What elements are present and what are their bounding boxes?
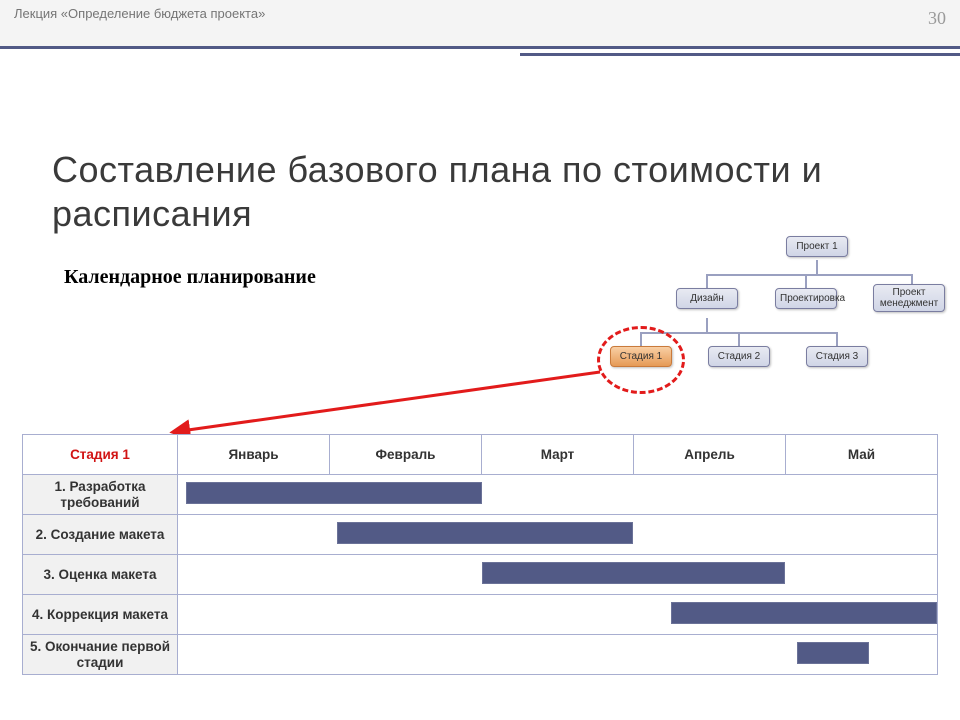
gantt-row-label: 4. Коррекция макета	[23, 595, 178, 635]
slide-number: 30	[928, 8, 946, 29]
gantt-month: Январь	[178, 435, 330, 475]
gantt-header-row: Стадия 1 Январь Февраль Март Апрель Май	[23, 435, 938, 475]
org-node-root: Проект 1	[786, 236, 848, 257]
gantt-row-label: 5. Окончание первой стадии	[23, 635, 178, 675]
table-row: 2. Создание макета	[23, 515, 938, 555]
gantt-bar-task1	[186, 482, 482, 504]
gantt-bar-task4	[671, 602, 937, 624]
gantt-bar-cell	[178, 555, 938, 595]
breadcrumb: Лекция «Определение бюджета проекта»	[14, 6, 265, 21]
gantt-row-label: 2. Создание макета	[23, 515, 178, 555]
gantt-bar-cell	[178, 635, 938, 675]
org-node-design: Дизайн	[676, 288, 738, 309]
gantt-bar-task2	[337, 522, 633, 544]
table-row: 4. Коррекция макета	[23, 595, 938, 635]
org-connector	[706, 274, 708, 288]
gantt-table: Стадия 1 Январь Февраль Март Апрель Май …	[22, 434, 938, 675]
org-connector	[805, 274, 807, 288]
org-connector	[816, 260, 818, 274]
highlight-circle	[597, 326, 685, 394]
gantt-row-label: 3. Оценка макета	[23, 555, 178, 595]
gantt-bar-cell	[178, 515, 938, 555]
org-connector	[706, 274, 913, 276]
gantt-bar-cell	[178, 475, 938, 515]
org-connector	[836, 332, 838, 346]
gantt-month: Март	[482, 435, 634, 475]
gantt-stage-header: Стадия 1	[23, 435, 178, 475]
gantt-month: Май	[786, 435, 938, 475]
gantt-bar-task5	[797, 642, 869, 664]
gantt-row-label: 1. Разработка требований	[23, 475, 178, 515]
slide-title: Составление базового плана по стоимости …	[52, 148, 872, 236]
org-node-pm: Проект менеджмент	[873, 284, 945, 312]
org-connector	[706, 318, 708, 332]
divider-top	[0, 46, 960, 49]
table-row: 3. Оценка макета	[23, 555, 938, 595]
divider-accent	[520, 53, 960, 56]
header-band: Лекция «Определение бюджета проекта» 30	[0, 0, 960, 46]
gantt-month: Февраль	[330, 435, 482, 475]
org-node-projecting: Проектировка	[775, 288, 837, 309]
slide-subtitle: Календарное планирование	[64, 266, 316, 289]
org-node-stage3: Стадия 3	[806, 346, 868, 367]
table-row: 5. Окончание первой стадии	[23, 635, 938, 675]
table-row: 1. Разработка требований	[23, 475, 938, 515]
gantt-bar-task3	[482, 562, 786, 584]
gantt-month: Апрель	[634, 435, 786, 475]
gantt-bar-cell	[178, 595, 938, 635]
org-node-stage2: Стадия 2	[708, 346, 770, 367]
org-connector	[738, 332, 740, 346]
